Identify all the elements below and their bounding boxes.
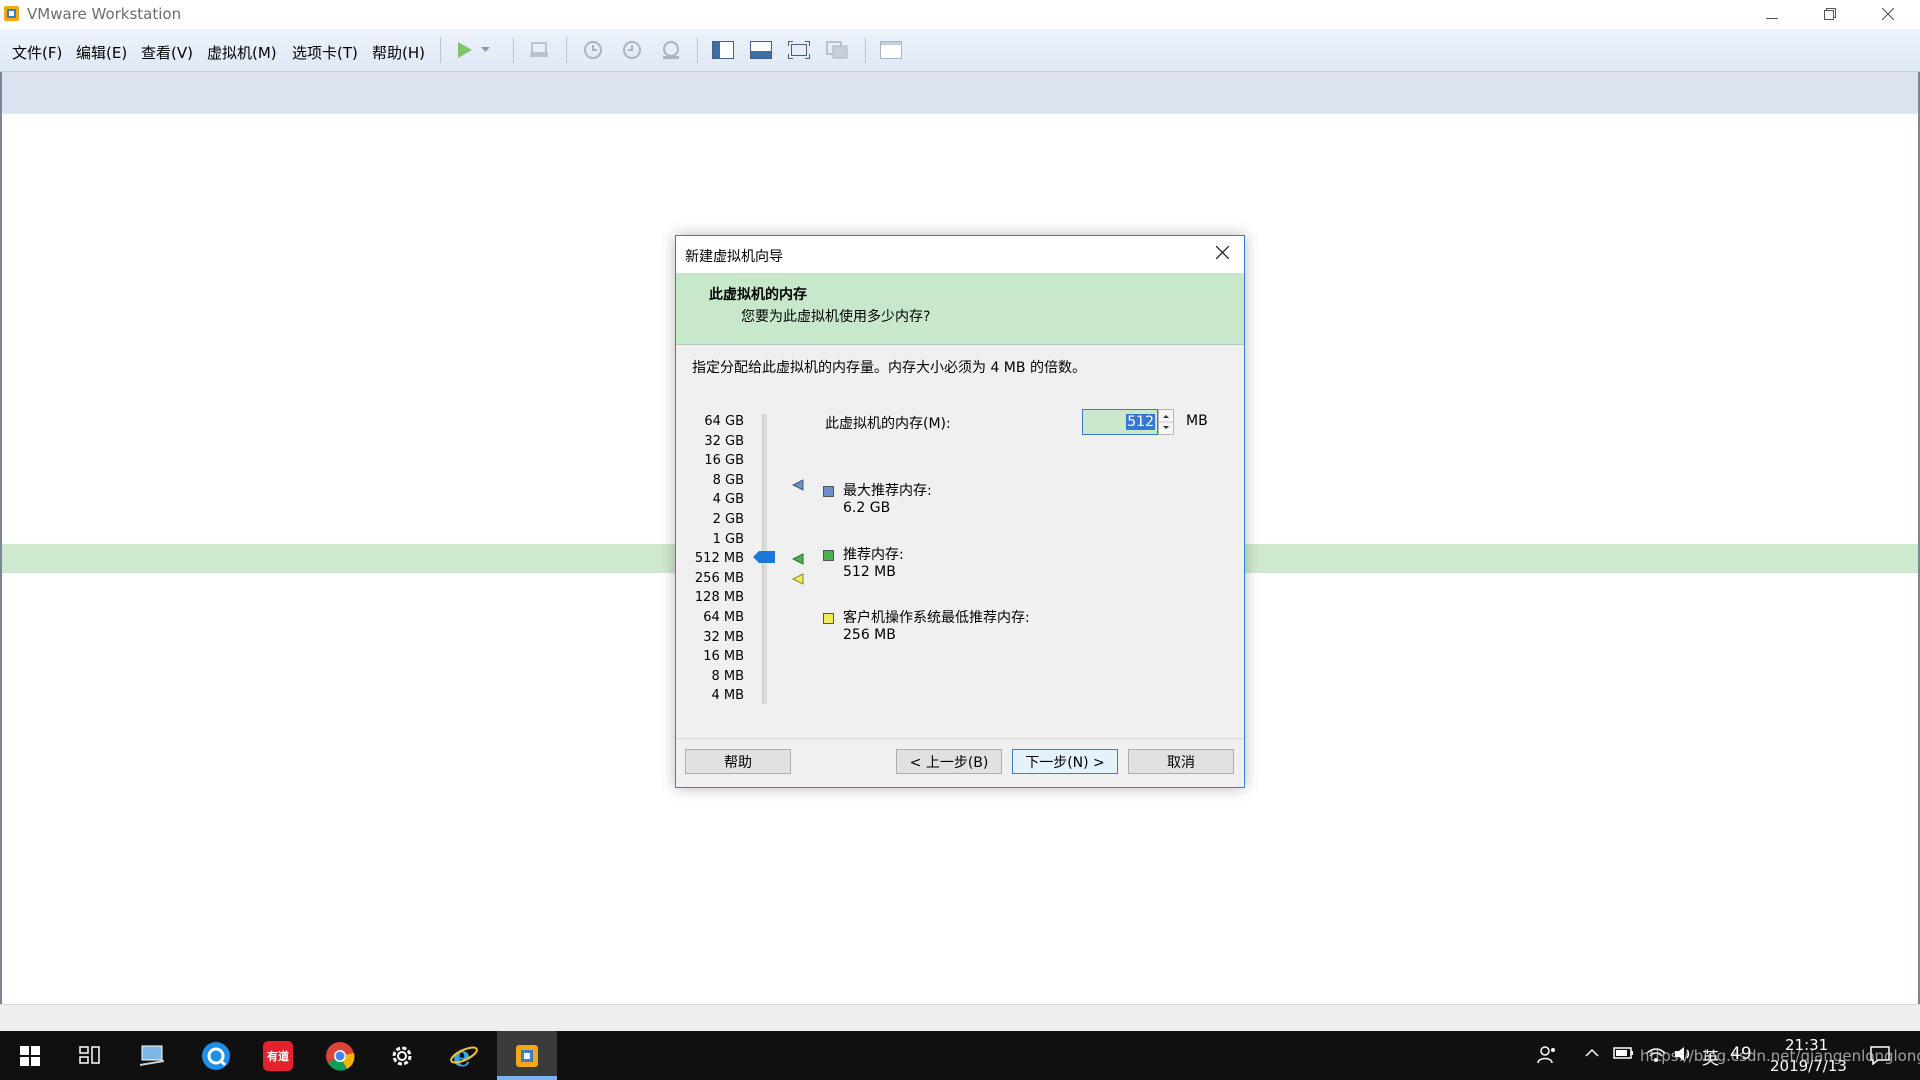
max-recommended-marker (791, 479, 804, 491)
legend-recommended-label: 推荐内存: (843, 547, 904, 563)
header-subtitle: 您要为此虚拟机使用多少内存? (741, 309, 931, 325)
snapshot-icon[interactable] (580, 38, 606, 62)
new-vm-wizard-dialog: 新建虚拟机向导 此虚拟机的内存 您要为此虚拟机使用多少内存? 指定分配给此虚拟机… (675, 235, 1245, 788)
legend-max-label: 最大推荐内存: (843, 483, 932, 499)
restore-button[interactable] (1801, 0, 1859, 29)
status-bar (0, 1004, 1920, 1032)
dialog-title: 新建虚拟机向导 (685, 249, 783, 265)
next-button[interactable]: 下一步(N) > (1012, 749, 1118, 774)
legend-recommended-value: 512 MB (843, 564, 896, 580)
active-app-indicator (497, 1076, 557, 1080)
legend-min-swatch (823, 613, 834, 624)
people-icon[interactable] (1537, 1045, 1557, 1069)
taskbar: 有道 e 英 49 21:31 2019/7/13 (0, 1031, 1920, 1080)
computer-icon[interactable] (122, 1031, 182, 1080)
close-window-button[interactable] (1859, 0, 1917, 29)
menu-view[interactable]: 查看(V) (141, 42, 193, 63)
menu-tabs[interactable]: 选项卡(T) (292, 42, 358, 63)
scale-label: 4 GB (712, 492, 744, 507)
scale-label: 32 GB (704, 434, 744, 449)
footer-divider (676, 738, 1244, 739)
scale-label: 8 MB (711, 669, 744, 684)
menu-vm[interactable]: 虚拟机(M) (207, 42, 277, 63)
svg-text:e: e (453, 1041, 471, 1071)
scale-label: 256 MB (694, 571, 744, 586)
dialog-header: 此虚拟机的内存 您要为此虚拟机使用多少内存? (676, 273, 1244, 345)
menu-help[interactable]: 帮助(H) (372, 42, 425, 63)
workspace-left-border (0, 72, 2, 1004)
unity-icon[interactable] (824, 38, 850, 62)
dropdown-arrow-icon[interactable] (478, 38, 492, 62)
minimize-button[interactable] (1743, 0, 1801, 29)
memory-description: 指定分配给此虚拟机的内存量。内存大小必须为 4 MB 的倍数。 (692, 360, 1086, 376)
scale-label-selected: 512 MB (694, 551, 744, 566)
legend-max-swatch (823, 486, 834, 497)
scale-label: 16 GB (704, 453, 744, 468)
revert-snapshot-icon[interactable] (619, 38, 645, 62)
legend-max-value: 6.2 GB (843, 500, 891, 516)
send-keys-icon[interactable] (526, 38, 552, 62)
toolbar-separator (566, 37, 567, 63)
tray-chevron-up-icon[interactable] (1584, 1045, 1600, 1065)
menu-file[interactable]: 文件(F) (12, 42, 62, 63)
scale-label: 2 GB (712, 512, 744, 527)
legend-min-label: 客户机操作系统最低推荐内存: (843, 610, 1030, 626)
memory-input-value: 512 (1126, 414, 1155, 430)
windows-start-icon[interactable] (0, 1031, 60, 1080)
scale-label: 32 MB (703, 630, 744, 645)
scale-label: 8 GB (712, 473, 744, 488)
scale-thumb[interactable] (753, 551, 775, 563)
toolbar-separator (697, 37, 698, 63)
scale-label: 1 GB (712, 532, 744, 547)
legend-min-value: 256 MB (843, 627, 896, 643)
restore-icon (1824, 5, 1836, 24)
chrome-icon[interactable] (310, 1031, 370, 1080)
battery-icon[interactable] (1613, 1045, 1635, 1065)
play-icon[interactable] (451, 38, 477, 62)
recommended-marker (791, 553, 804, 565)
cancel-button[interactable]: 取消 (1128, 749, 1234, 774)
task-view-icon[interactable] (60, 1031, 120, 1080)
toolbar-separator (440, 37, 441, 63)
back-button[interactable]: < 上一步(B) (896, 749, 1002, 774)
toolbar-separator (865, 37, 866, 63)
scale-label: 16 MB (703, 649, 744, 664)
scale-label: 64 GB (704, 414, 744, 429)
legend-recommended-swatch (823, 550, 834, 561)
workspace-header-band (2, 72, 1918, 114)
browser-q-icon[interactable] (186, 1031, 246, 1080)
scale-label: 4 MB (711, 688, 744, 703)
help-button[interactable]: 帮助 (685, 749, 791, 774)
youdao-icon[interactable]: 有道 (248, 1031, 308, 1080)
close-icon (1215, 245, 1229, 263)
library-view-icon[interactable] (710, 38, 736, 62)
memory-unit: MB (1186, 413, 1208, 429)
min-recommended-marker (791, 573, 804, 585)
thumbnail-icon[interactable] (878, 38, 904, 62)
menu-toolbar: 文件(F) 编辑(E) 查看(V) 虚拟机(M) 选项卡(T) 帮助(H) (0, 29, 1920, 72)
memory-field-label: 此虚拟机的内存(M): (825, 416, 951, 432)
ie-icon[interactable]: e (434, 1031, 494, 1080)
settings-icon[interactable] (372, 1031, 432, 1080)
title-bar: VMware Workstation (0, 0, 1920, 29)
console-view-icon[interactable] (748, 38, 774, 62)
header-title: 此虚拟机的内存 (709, 287, 807, 303)
vmware-taskbar-icon[interactable] (497, 1031, 557, 1080)
scale-label: 64 MB (703, 610, 744, 625)
menu-edit[interactable]: 编辑(E) (76, 42, 127, 63)
youdao-label: 有道 (263, 1040, 293, 1071)
window-title: VMware Workstation (27, 5, 182, 23)
fullscreen-icon[interactable] (786, 38, 812, 62)
dialog-title-bar: 新建虚拟机向导 (676, 236, 1244, 273)
scale-label: 128 MB (694, 590, 744, 605)
vmware-app-icon (3, 5, 20, 22)
memory-spinner[interactable] (1158, 409, 1174, 435)
watermark-text: https://blog.csdn.net/qiangenlonglong (1640, 1047, 1920, 1065)
toolbar-separator (513, 37, 514, 63)
dialog-close-button[interactable] (1200, 236, 1244, 273)
memory-input[interactable]: 512 (1082, 409, 1158, 435)
close-icon (1881, 5, 1895, 24)
minimize-icon (1766, 5, 1778, 24)
snapshot-manager-icon[interactable] (658, 38, 684, 62)
